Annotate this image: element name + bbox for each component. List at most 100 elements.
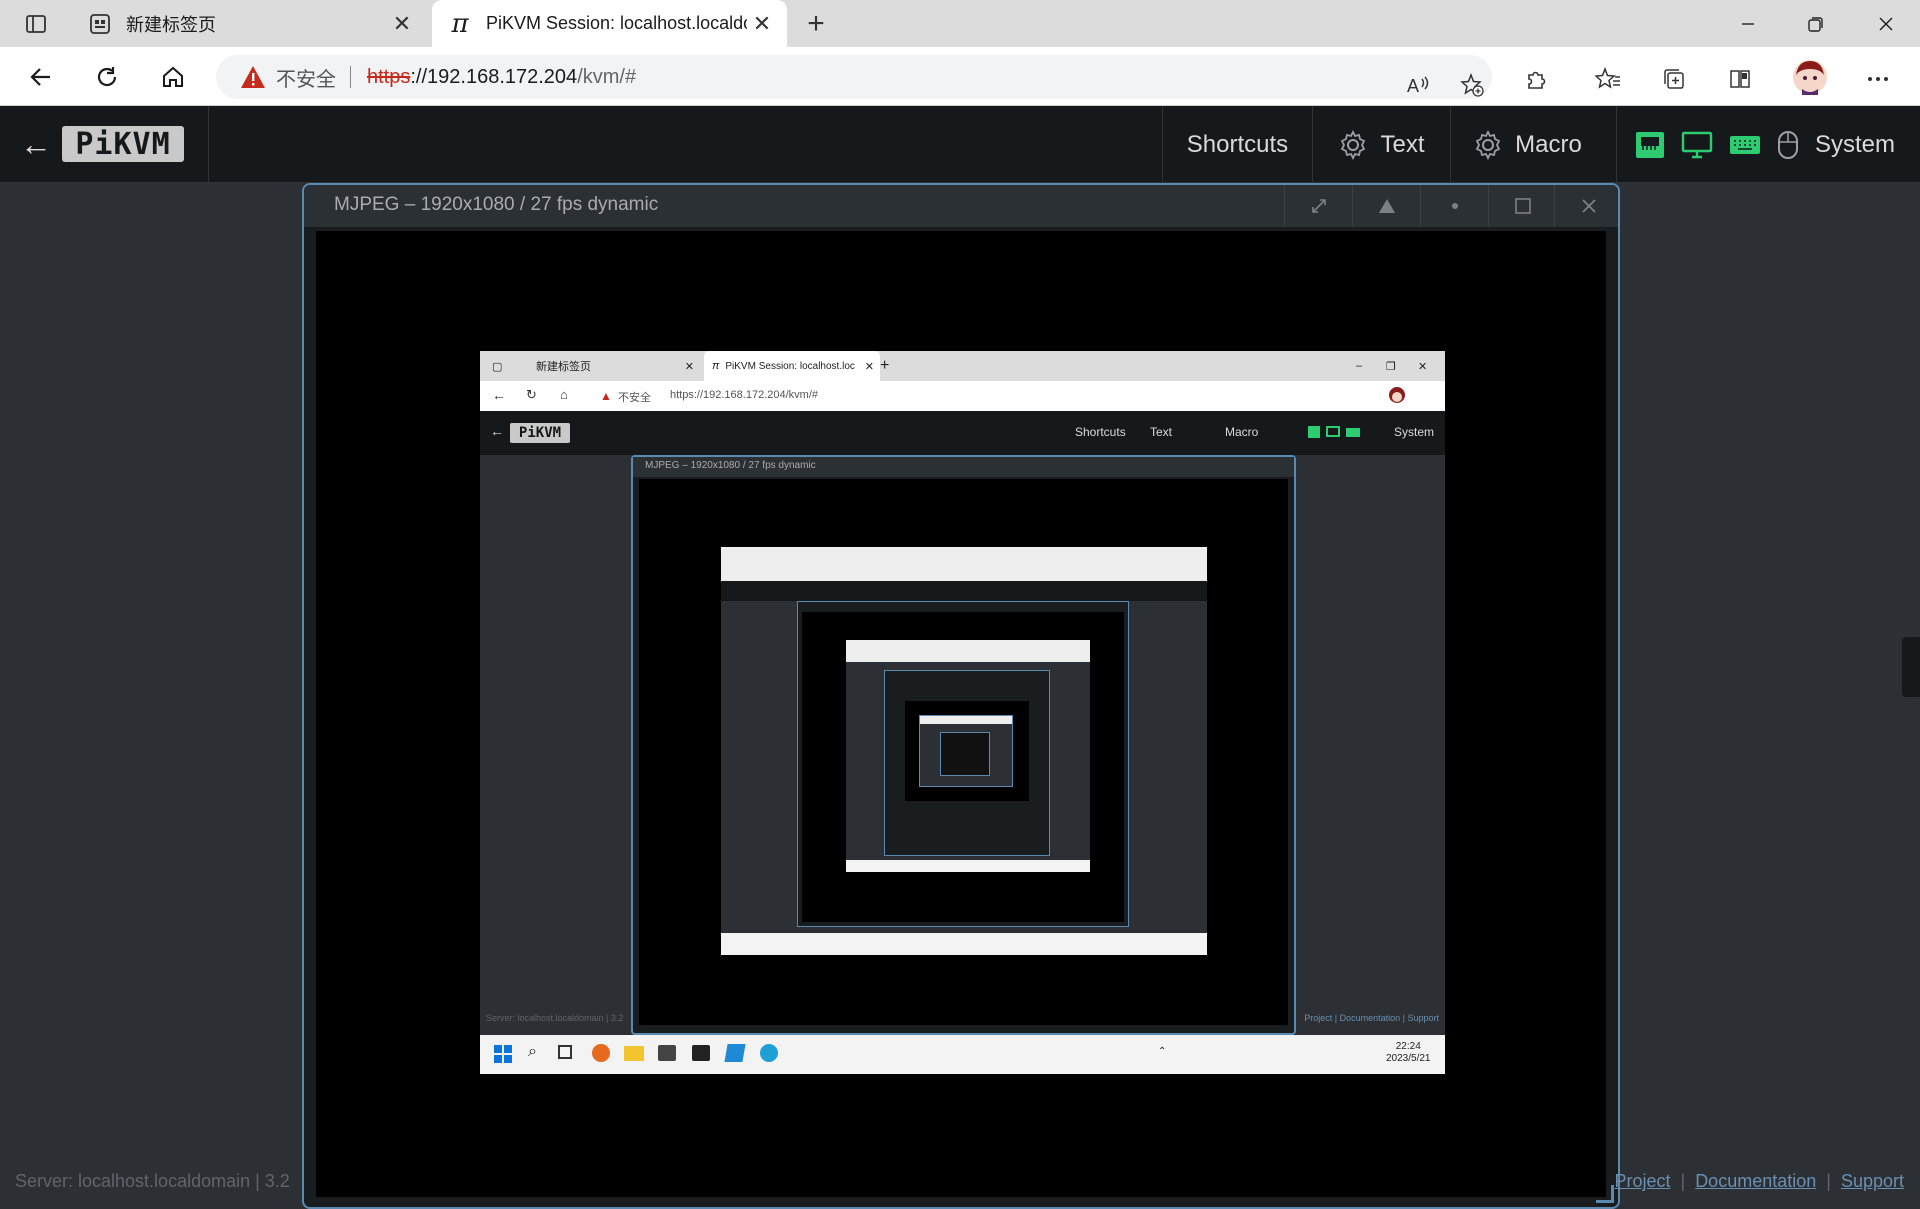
gear-icon	[1473, 129, 1503, 160]
remote-ethernet-icon	[1308, 426, 1320, 438]
remote-url: https://192.168.172.204/kvm/#	[670, 389, 818, 401]
menu-text[interactable]: Text	[1312, 106, 1450, 183]
read-aloud-icon: A	[1407, 76, 1429, 96]
avatar-icon	[1793, 60, 1827, 95]
url-path: /kvm/#	[577, 65, 637, 88]
project-link[interactable]: Project	[1614, 1171, 1670, 1191]
remote-security-label: 不安全	[618, 392, 651, 404]
remote-start-icon	[494, 1045, 512, 1066]
tab-title: 新建标签页	[126, 14, 216, 35]
nested-stream-video	[802, 612, 1124, 922]
tab-close-icon[interactable]: ✕	[387, 11, 417, 37]
nested-kvm-navbar	[721, 581, 1207, 601]
stream-video[interactable]: ▢ 新建标签页✕ πPiKVM Session: localhost.local…	[316, 231, 1606, 1197]
remote-minimize-icon: –	[1356, 360, 1363, 372]
nested-screen	[721, 547, 1207, 955]
pikvm-logo[interactable]: PiKVM	[62, 126, 184, 162]
home-button[interactable]	[154, 59, 192, 95]
home-icon	[163, 66, 183, 87]
add-favorite-button[interactable]	[1452, 65, 1492, 105]
remote-screen[interactable]: ▢ 新建标签页✕ πPiKVM Session: localhost.local…	[480, 351, 1445, 1074]
menu-shortcuts[interactable]: Shortcuts	[1162, 106, 1312, 183]
tab-pikvm-session[interactable]: π PiKVM Session: localhost.localdo ✕	[432, 0, 787, 47]
remote-home-icon: ⌂	[560, 387, 568, 402]
documentation-link[interactable]: Documentation	[1695, 1171, 1816, 1191]
url-protocol: https	[367, 65, 411, 88]
divider	[208, 106, 209, 183]
remote-tabbar: ▢ 新建标签页✕ πPiKVM Session: localhost.local…	[480, 351, 1445, 381]
favorites-icon	[1595, 67, 1620, 89]
pi-icon: π	[451, 8, 469, 39]
favorites-button[interactable]	[1588, 59, 1628, 99]
more-horizontal-icon	[1868, 77, 1888, 81]
fullscreen-button[interactable]	[1284, 185, 1352, 227]
stream-window[interactable]: MJPEG – 1920x1080 / 27 fps dynamic ▢ 新建标…	[302, 183, 1620, 1209]
extensions-button[interactable]	[1516, 59, 1556, 99]
nested-screen-2	[846, 640, 1090, 872]
restore-icon	[1808, 16, 1823, 32]
remote-monitor-icon	[1326, 426, 1340, 437]
close-window-button[interactable]	[1852, 0, 1920, 47]
reload-button[interactable]	[88, 59, 126, 95]
warning-icon[interactable]	[240, 65, 266, 89]
remote-tab: πPiKVM Session: localhost.localdo✕	[704, 351, 880, 381]
collections-button[interactable]	[1654, 59, 1694, 99]
remote-search-icon: ⌕	[528, 1043, 537, 1060]
kvm-navbar: ← PiKVM Shortcuts Text Macro System	[0, 106, 1920, 183]
remote-tab-title: PiKVM Session: localhost.localdo	[725, 360, 855, 372]
maximize-button[interactable]	[1488, 185, 1556, 227]
side-panel-handle[interactable]	[1902, 637, 1920, 697]
mouse-status-icon	[1777, 130, 1799, 160]
new-tab-button[interactable]: +	[800, 7, 832, 40]
remote-warning-icon: ▲	[600, 389, 612, 403]
remote-tray-icons: ⌃	[1158, 1046, 1167, 1057]
read-aloud-button[interactable]: A	[1398, 65, 1438, 105]
tab-title: PiKVM Session: localhost.localdo	[486, 13, 747, 33]
url-text[interactable]: https://192.168.172.204/kvm/#	[367, 66, 636, 89]
remote-app-icon	[658, 1045, 676, 1061]
security-label[interactable]: 不安全	[276, 63, 336, 92]
tab-close-icon[interactable]: ✕	[747, 11, 777, 37]
minimize-button[interactable]	[1714, 0, 1782, 47]
support-link[interactable]: Support	[1841, 1171, 1904, 1191]
remote-menu-system: System	[1394, 425, 1435, 439]
close-icon	[1581, 199, 1596, 213]
settings-more-button[interactable]	[1858, 59, 1898, 99]
resize-handle[interactable]	[1596, 1185, 1614, 1203]
close-stream-button[interactable]	[1554, 185, 1622, 227]
restore-button[interactable]	[1782, 0, 1850, 47]
menu-macro[interactable]: Macro	[1450, 106, 1604, 183]
remote-footer-links: Project | Documentation | Support	[1304, 1013, 1439, 1023]
close-icon	[1879, 16, 1893, 31]
remote-restore-icon: ❐	[1386, 360, 1396, 373]
back-button[interactable]	[22, 59, 60, 95]
nested-taskbar	[721, 933, 1207, 955]
address-bar[interactable]: 不安全 https://192.168.172.204/kvm/# A	[216, 55, 1492, 99]
remote-clock-date: 2023/5/21	[1386, 1053, 1431, 1064]
tab-actions-button[interactable]	[16, 8, 56, 40]
dot-button[interactable]	[1420, 185, 1488, 227]
back-arrow-icon[interactable]: ←	[20, 126, 52, 163]
tab-actions-icon	[26, 15, 46, 33]
remote-pikvm-logo: PiKVM	[510, 423, 570, 443]
remote-menu-text: Text	[1150, 425, 1173, 439]
reading-view-button[interactable]	[1720, 59, 1760, 99]
screenshot-button[interactable]	[1352, 185, 1420, 227]
remote-stream-title: MJPEG – 1920x1080 / 27 fps dynamic	[633, 457, 1294, 477]
browser-tabbar: 新建标签页 ✕ π PiKVM Session: localhost.local…	[0, 0, 1920, 47]
nested-stream-window-3	[940, 732, 990, 776]
remote-avatar-icon	[1388, 386, 1406, 407]
menu-macro-label: Macro	[1515, 130, 1582, 158]
menu-system[interactable]: System	[1616, 106, 1920, 183]
menu-system-label: System	[1815, 130, 1896, 158]
remote-addressbar: ← ↻ ⌂ ▲ 不安全 https://192.168.172.204/kvm/…	[480, 381, 1445, 411]
remote-kvm-navbar: ← PiKVM Shortcuts Text Macro System	[480, 411, 1445, 455]
footer-links: Project | Documentation | Support	[1614, 1171, 1904, 1191]
separator	[350, 66, 351, 88]
profile-avatar[interactable]	[1788, 55, 1832, 99]
tab-new-tab[interactable]: 新建标签页 ✕	[72, 0, 427, 47]
menu-shortcuts-label: Shortcuts	[1186, 130, 1289, 158]
stream-window-header[interactable]: MJPEG – 1920x1080 / 27 fps dynamic	[304, 185, 1618, 227]
remote-stream-video	[639, 479, 1288, 1025]
expand-icon	[1311, 199, 1326, 213]
